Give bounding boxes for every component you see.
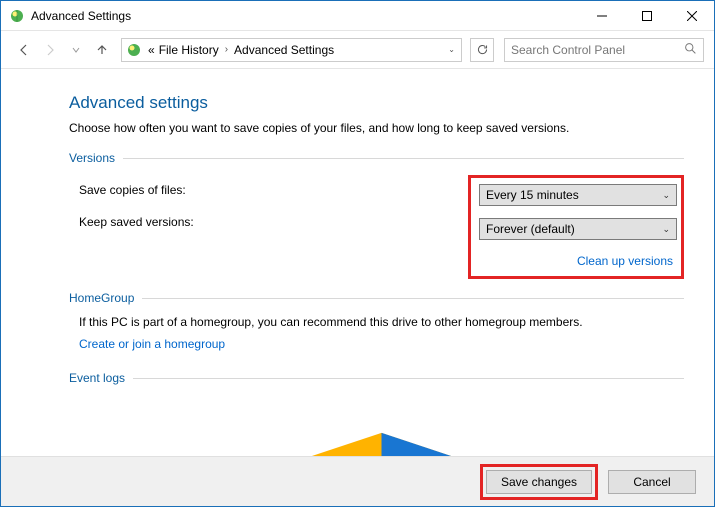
- breadcrumb-seg-1[interactable]: File History: [157, 43, 221, 57]
- save-changes-button[interactable]: Save changes: [486, 470, 592, 494]
- divider: [142, 298, 684, 299]
- page-heading: Advanced settings: [69, 93, 684, 113]
- chevron-down-icon: ⌄: [662, 190, 670, 201]
- window-title: Advanced Settings: [31, 9, 579, 23]
- window: Advanced Settings « File History › Advan…: [0, 0, 715, 507]
- breadcrumb[interactable]: « File History › Advanced Settings ⌄: [121, 38, 462, 62]
- save-copies-label: Save copies of files:: [79, 183, 431, 197]
- versions-group-title: Versions: [69, 151, 115, 165]
- titlebar: Advanced Settings: [1, 1, 714, 31]
- homegroup-group: HomeGroup If this PC is part of a homegr…: [69, 291, 684, 353]
- keep-versions-label: Keep saved versions:: [79, 215, 431, 229]
- save-copies-select[interactable]: Every 15 minutes ⌄: [479, 184, 677, 206]
- create-homegroup-link[interactable]: Create or join a homegroup: [79, 337, 225, 351]
- homegroup-title: HomeGroup: [69, 291, 134, 305]
- eventlogs-title: Event logs: [69, 371, 125, 385]
- versions-highlight: Every 15 minutes ⌄ Forever (default) ⌄ C…: [468, 175, 684, 279]
- keep-versions-value: Forever (default): [486, 222, 575, 236]
- maximize-button[interactable]: [624, 1, 669, 30]
- eventlogs-group: Event logs Open File History event logs …: [69, 371, 684, 456]
- minimize-button[interactable]: [579, 1, 624, 30]
- search-icon: [684, 42, 697, 58]
- divider: [123, 158, 684, 159]
- search-input[interactable]: Search Control Panel: [504, 38, 704, 62]
- chevron-down-icon: ⌄: [662, 224, 670, 235]
- save-highlight: Save changes: [480, 464, 598, 500]
- breadcrumb-icon: [126, 42, 142, 58]
- homegroup-body: If this PC is part of a homegroup, you c…: [79, 315, 684, 329]
- recent-dropdown[interactable]: [65, 39, 87, 61]
- breadcrumb-prefix: «: [146, 43, 157, 57]
- divider: [133, 378, 684, 379]
- back-button[interactable]: [13, 39, 35, 61]
- app-icon: [9, 8, 25, 24]
- search-placeholder: Search Control Panel: [511, 43, 625, 57]
- breadcrumb-seg-2[interactable]: Advanced Settings: [232, 43, 336, 57]
- close-button[interactable]: [669, 1, 714, 30]
- breadcrumb-dropdown-icon[interactable]: ⌄: [444, 45, 459, 54]
- footer: Save changes Cancel: [1, 456, 714, 506]
- page-subtitle: Choose how often you want to save copies…: [69, 121, 684, 135]
- keep-versions-select[interactable]: Forever (default) ⌄: [479, 218, 677, 240]
- versions-group: Versions Save copies of files: Keep save…: [69, 151, 684, 279]
- window-controls: [579, 1, 714, 30]
- refresh-button[interactable]: [470, 38, 494, 62]
- up-button[interactable]: [91, 39, 113, 61]
- forward-button[interactable]: [39, 39, 61, 61]
- chevron-right-icon: ›: [221, 44, 232, 55]
- navbar: « File History › Advanced Settings ⌄ Sea…: [1, 31, 714, 69]
- cleanup-versions-link[interactable]: Clean up versions: [577, 254, 673, 268]
- cancel-button[interactable]: Cancel: [608, 470, 696, 494]
- save-copies-value: Every 15 minutes: [486, 188, 579, 202]
- content-area: Advanced settings Choose how often you w…: [1, 69, 714, 456]
